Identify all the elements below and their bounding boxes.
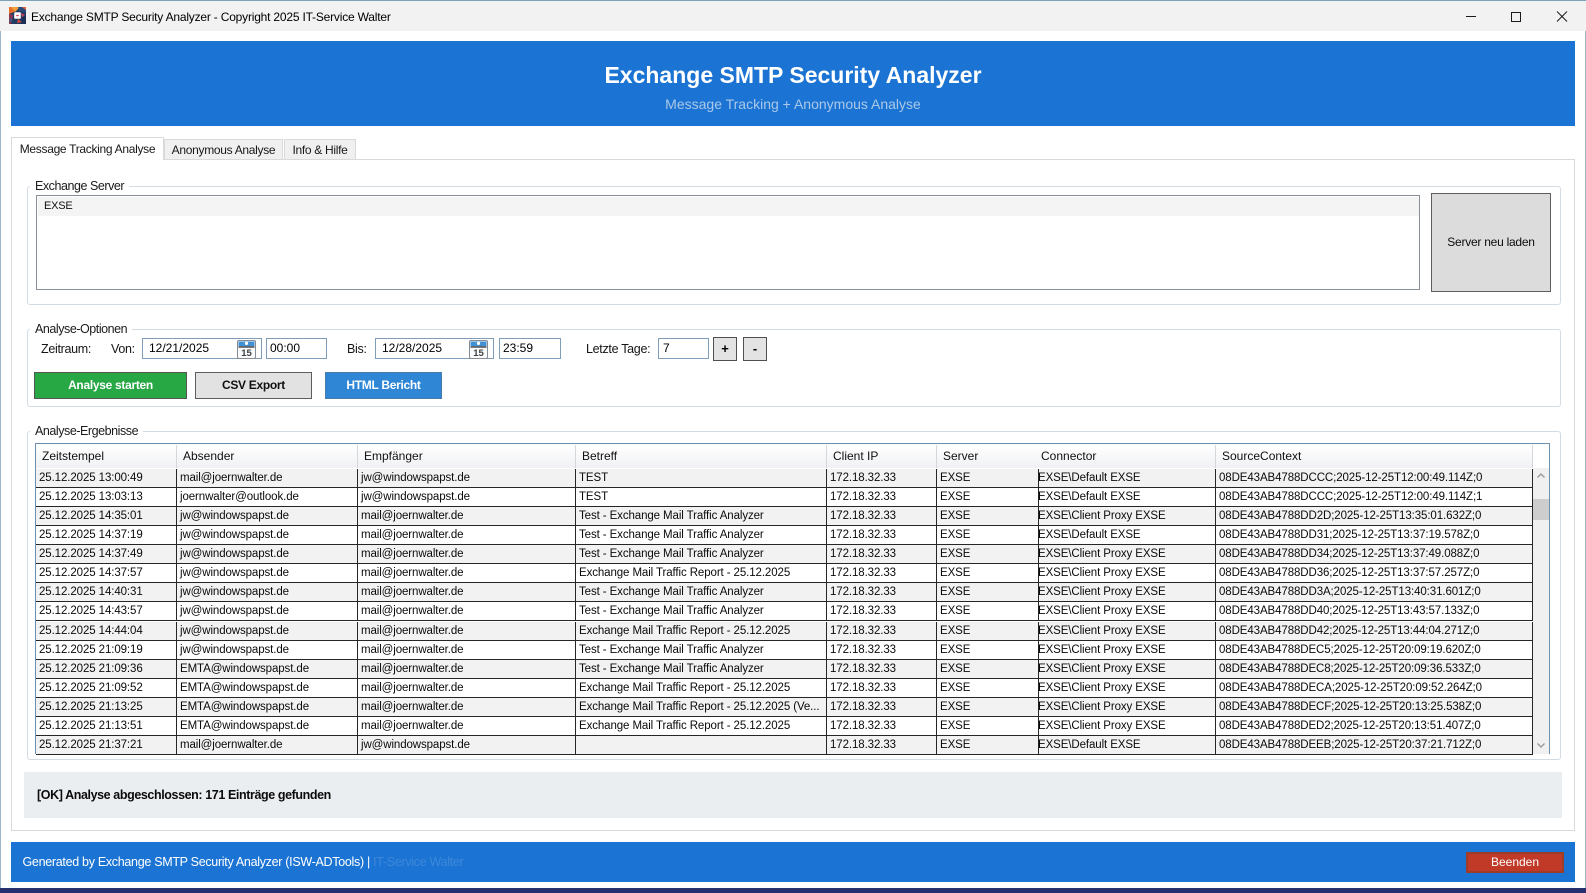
svg-text:15: 15 (473, 348, 484, 359)
svg-text:15: 15 (241, 348, 252, 359)
